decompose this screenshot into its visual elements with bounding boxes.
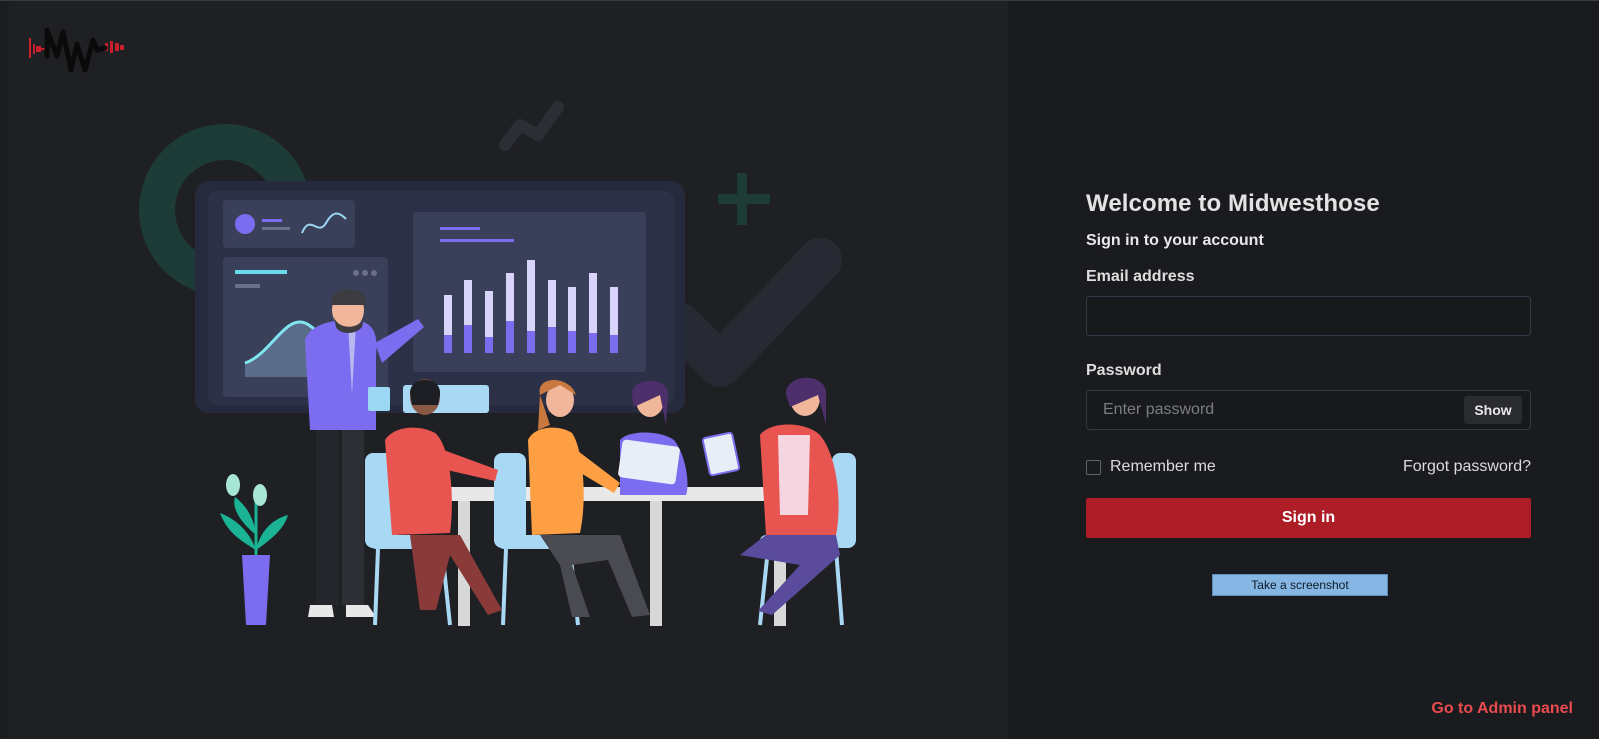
remember-checkbox[interactable]: [1086, 459, 1101, 475]
forgot-password-link[interactable]: Forgot password?: [1403, 458, 1531, 476]
remember-label: Remember me: [1110, 458, 1216, 475]
remember-me[interactable]: Remember me: [1086, 458, 1216, 476]
mw-logo-icon: [29, 27, 124, 73]
take-screenshot-button[interactable]: Take a screenshot: [1212, 574, 1388, 596]
password-label: Password: [1086, 362, 1162, 379]
email-label: Email address: [1086, 268, 1195, 285]
email-field[interactable]: [1087, 297, 1530, 335]
show-password-button[interactable]: Show: [1464, 396, 1522, 424]
admin-panel-link[interactable]: Go to Admin panel: [1431, 700, 1573, 718]
password-field-wrapper: Show: [1086, 390, 1531, 430]
options-row: Remember me Forgot password?: [1086, 454, 1531, 480]
signin-subtitle: Sign in to your account: [1086, 232, 1264, 249]
signin-button[interactable]: Sign in: [1086, 498, 1531, 538]
login-form: Welcome to Midwesthose Sign in to your a…: [1086, 190, 1531, 538]
welcome-title: Welcome to Midwesthose: [1086, 190, 1380, 217]
email-field-wrapper: [1086, 296, 1531, 336]
team-meeting-illustration: [139, 101, 856, 626]
